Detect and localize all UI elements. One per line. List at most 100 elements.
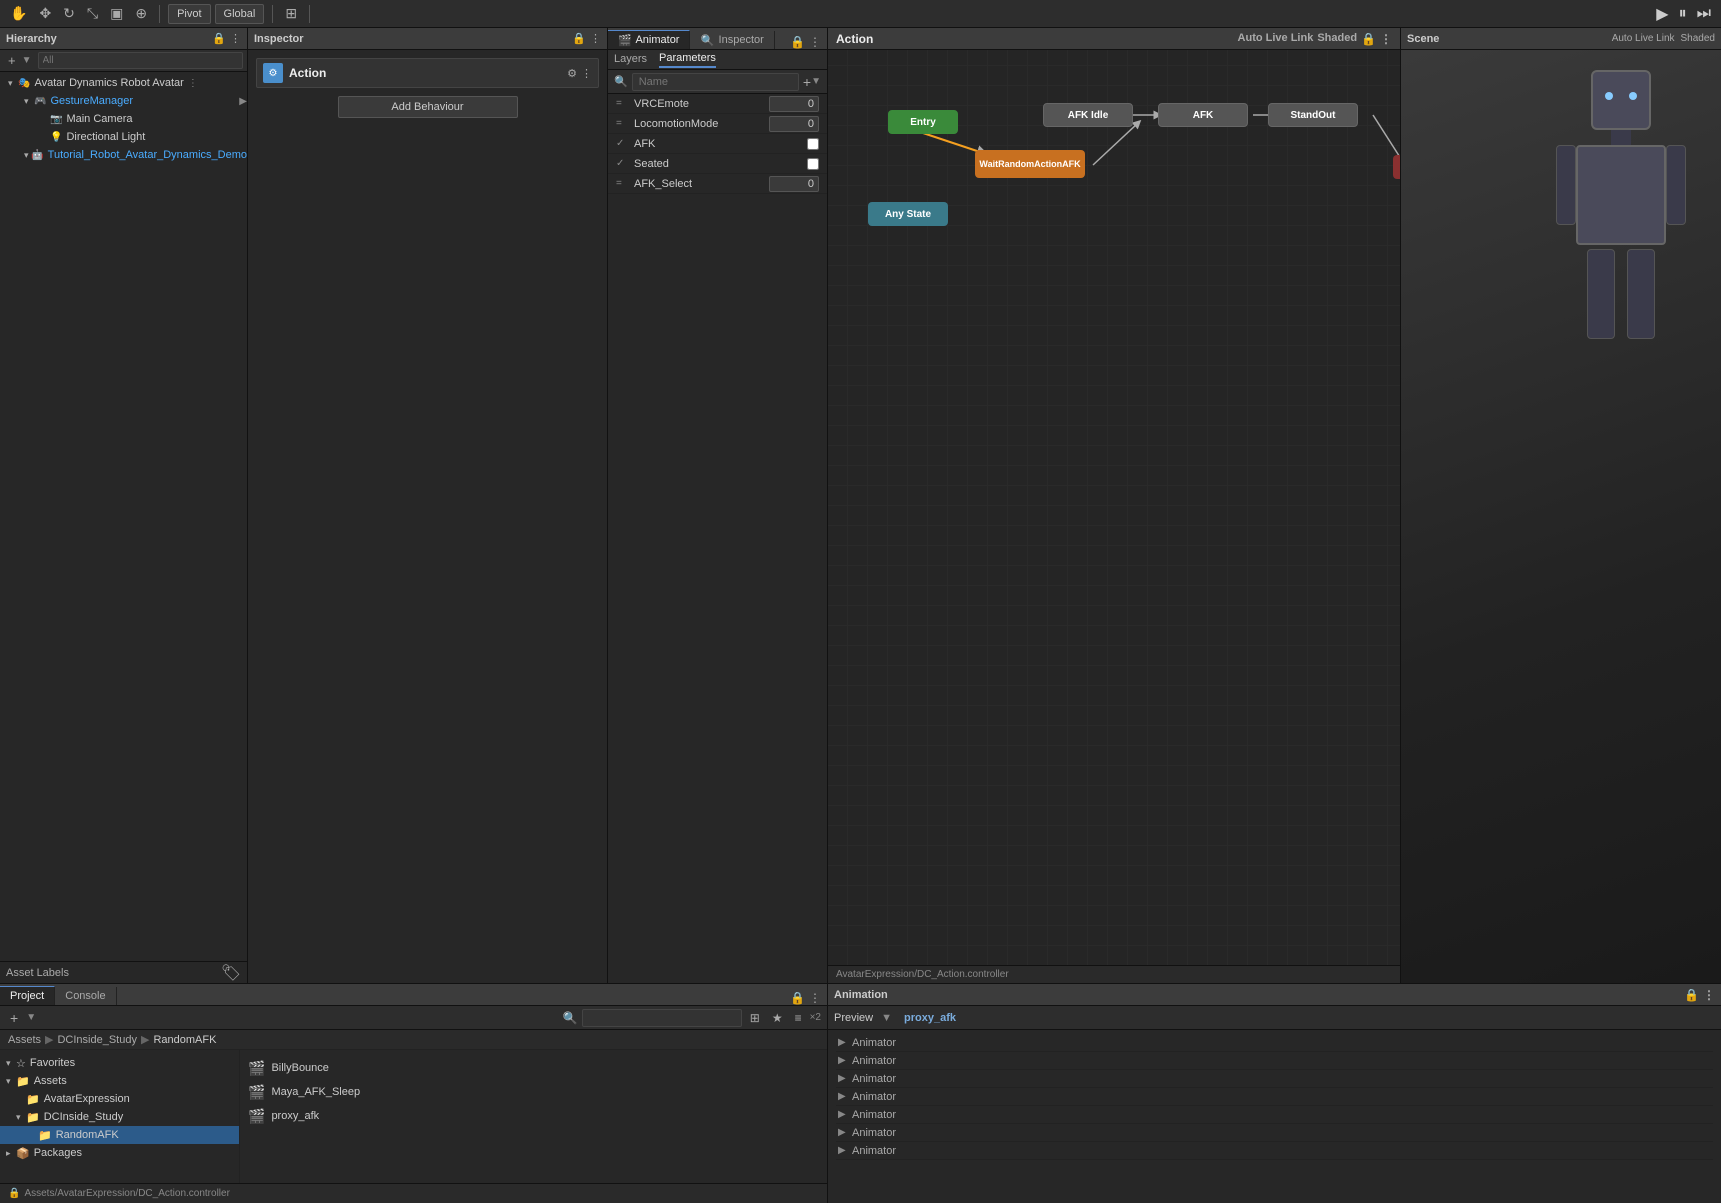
project-tool-1[interactable]: ⊞ bbox=[746, 1009, 764, 1027]
node-stand-out[interactable]: StandOut bbox=[1268, 103, 1358, 127]
hierarchy-item-avatar[interactable]: ▾ 🎭 Avatar Dynamics Robot Avatar ⋮ bbox=[0, 74, 247, 92]
global-btn[interactable]: Global bbox=[215, 4, 265, 24]
param-row-vrcemote[interactable]: = VRCEmote bbox=[608, 94, 827, 114]
node-afk-idle-label: AFK Idle bbox=[1068, 110, 1109, 121]
rotate-tool-btn[interactable]: ↻ bbox=[59, 3, 79, 24]
auto-live-link-btn[interactable]: Auto Live Link bbox=[1238, 32, 1314, 46]
rect-tool-btn[interactable]: ▣ bbox=[106, 3, 127, 24]
tag-icon[interactable]: 🏷 bbox=[221, 963, 241, 983]
pivot-label: Pivot bbox=[177, 8, 201, 20]
hierarchy-item-light[interactable]: 💡 Directional Light bbox=[0, 128, 247, 146]
anim-row-0-arrow[interactable]: ▶ bbox=[838, 1037, 852, 1048]
inspector-lock-icon[interactable]: 🔒 bbox=[572, 32, 586, 45]
top-toolbar: ✋ ✥ ↻ ⤡ ▣ ⊕ Pivot Global ⊞ ▶ ⏸ ⏭ bbox=[0, 0, 1721, 28]
node-any-state[interactable]: Any State bbox=[868, 202, 948, 226]
pause-btn[interactable]: ⏸ bbox=[1675, 2, 1691, 26]
tree-dcinside[interactable]: ▾ 📁 DCInside_Study bbox=[0, 1108, 239, 1126]
project-menu-icon[interactable]: ⋮ bbox=[809, 991, 821, 1005]
breadcrumb-randomafk[interactable]: RandomAFK bbox=[153, 1034, 216, 1046]
tab-animator[interactable]: 🎬 Animator bbox=[608, 30, 690, 49]
param-row-afkselect[interactable]: = AFK_Select bbox=[608, 174, 827, 194]
anim-row-6-arrow[interactable]: ▶ bbox=[838, 1145, 852, 1156]
node-entry[interactable]: Entry bbox=[888, 110, 958, 134]
param-row-locomotion[interactable]: = LocomotionMode bbox=[608, 114, 827, 134]
node-exit[interactable]: Exit bbox=[1393, 155, 1400, 179]
component-settings-icon[interactable]: ⚙ bbox=[567, 67, 577, 80]
project-search-input[interactable] bbox=[582, 1009, 742, 1027]
project-add-btn[interactable]: + bbox=[6, 1008, 22, 1028]
scene-auto-live-label[interactable]: Auto Live Link bbox=[1612, 33, 1675, 44]
tree-avatar-expression[interactable]: ▸ 📁 AvatarExpression bbox=[0, 1090, 239, 1108]
tab-project[interactable]: Project bbox=[0, 986, 55, 1005]
anim-row-0-label: Animator bbox=[852, 1037, 1711, 1049]
hierarchy-lock-icon[interactable]: 🔒 bbox=[212, 32, 226, 45]
avatar-menu[interactable]: ⋮ bbox=[188, 78, 198, 89]
hierarchy-item-robot[interactable]: ▾ 🤖 Tutorial_Robot_Avatar_Dynamics_Demo bbox=[0, 146, 247, 164]
robot-label: Tutorial_Robot_Avatar_Dynamics_Demo bbox=[48, 149, 247, 161]
scale-tool-btn[interactable]: ⤡ bbox=[83, 3, 102, 24]
project-tool-3[interactable]: ≡ bbox=[791, 1009, 806, 1027]
anim-row-5-arrow[interactable]: ▶ bbox=[838, 1127, 852, 1138]
vrcemote-value[interactable] bbox=[769, 96, 819, 112]
node-afk[interactable]: AFK bbox=[1158, 103, 1248, 127]
shaded-btn[interactable]: Shaded bbox=[1317, 32, 1357, 46]
animator-lock-icon[interactable]: 🔒 bbox=[790, 35, 805, 49]
anim-row-2-arrow[interactable]: ▶ bbox=[838, 1073, 852, 1084]
step-btn[interactable]: ⏭ bbox=[1693, 2, 1715, 26]
inspector-menu-icon[interactable]: ⋮ bbox=[590, 32, 601, 45]
hierarchy-item-gesture[interactable]: ▾ 🎮 GestureManager ▶ bbox=[0, 92, 247, 110]
afk-checkbox[interactable] bbox=[807, 138, 819, 150]
add-behaviour-btn[interactable]: Add Behaviour bbox=[338, 96, 518, 118]
action-lock-icon[interactable]: 🔒 bbox=[1361, 32, 1376, 46]
file-proxy-afk[interactable]: 🎬 proxy_afk bbox=[248, 1106, 819, 1126]
tree-randomafk[interactable]: ▸ 📁 RandomAFK bbox=[0, 1126, 239, 1144]
custom-tool-btn[interactable]: ⊞ bbox=[281, 3, 301, 24]
project-lock-icon[interactable]: 🔒 bbox=[790, 991, 805, 1005]
action-menu-icon[interactable]: ⋮ bbox=[1380, 32, 1392, 46]
hierarchy-add-btn[interactable]: + bbox=[4, 51, 20, 70]
anim-row-3-arrow[interactable]: ▶ bbox=[838, 1091, 852, 1102]
scene-shaded-label[interactable]: Shaded bbox=[1681, 33, 1715, 44]
gesture-arrow: ▾ bbox=[24, 96, 34, 107]
component-more-icon[interactable]: ⋮ bbox=[581, 67, 592, 80]
anim-menu-icon[interactable]: ⋮ bbox=[1703, 988, 1715, 1002]
transform-tool-btn[interactable]: ⊕ bbox=[131, 3, 151, 24]
file-maya-afk-sleep[interactable]: 🎬 Maya_AFK_Sleep bbox=[248, 1082, 819, 1102]
tab-inspector[interactable]: 🔍 Inspector bbox=[690, 31, 774, 49]
hierarchy-menu-icon[interactable]: ⋮ bbox=[230, 32, 241, 45]
tree-favorites[interactable]: ▾ ☆ Favorites bbox=[0, 1054, 239, 1072]
file-billybounce[interactable]: 🎬 BillyBounce bbox=[248, 1058, 819, 1078]
breadcrumb-dcinside[interactable]: DCInside_Study bbox=[57, 1034, 137, 1046]
anim-row-4-arrow[interactable]: ▶ bbox=[838, 1109, 852, 1120]
play-btn[interactable]: ▶ bbox=[1652, 2, 1672, 26]
tree-packages[interactable]: ▸ 📦 Packages bbox=[0, 1144, 239, 1162]
param-row-afk[interactable]: ✓ AFK bbox=[608, 134, 827, 154]
hierarchy-item-camera[interactable]: 📷 Main Camera bbox=[0, 110, 247, 128]
breadcrumb-assets[interactable]: Assets bbox=[8, 1034, 41, 1046]
hand-tool-btn[interactable]: ✋ bbox=[6, 3, 31, 24]
animator-menu-icon[interactable]: ⋮ bbox=[809, 35, 821, 49]
tree-assets[interactable]: ▾ 📁 Assets bbox=[0, 1072, 239, 1090]
pivot-btn[interactable]: Pivot bbox=[168, 4, 210, 24]
param-row-seated[interactable]: ✓ Seated bbox=[608, 154, 827, 174]
graph-area[interactable]: Entry AFK Idle AFK StandOut WaitRandomAc… bbox=[828, 50, 1400, 965]
seated-checkbox[interactable] bbox=[807, 158, 819, 170]
node-wait-random[interactable]: WaitRandomActionAFK bbox=[975, 150, 1085, 178]
sub-tab-layers[interactable]: Layers bbox=[614, 53, 647, 67]
params-add-btn[interactable]: + bbox=[803, 74, 811, 90]
locomotion-value[interactable] bbox=[769, 116, 819, 132]
params-search-input[interactable] bbox=[632, 73, 799, 91]
tab-console[interactable]: Console bbox=[55, 987, 116, 1005]
move-tool-btn[interactable]: ✥ bbox=[35, 3, 55, 24]
sub-tab-parameters[interactable]: Parameters bbox=[659, 52, 716, 68]
afk-name: AFK bbox=[634, 138, 807, 150]
hierarchy-search-input[interactable] bbox=[38, 52, 244, 69]
project-add-dropdown[interactable]: ▼ bbox=[26, 1012, 36, 1023]
afkselect-value[interactable] bbox=[769, 176, 819, 192]
anim-row-1-arrow[interactable]: ▶ bbox=[838, 1055, 852, 1066]
anim-preview-dropdown[interactable]: ▼ bbox=[881, 1012, 892, 1024]
project-tool-2[interactable]: ★ bbox=[768, 1009, 787, 1027]
project-panel: Project Console 🔒 ⋮ + ▼ 🔍 ⊞ ★ ≡ ×2 Asset… bbox=[0, 984, 828, 1203]
node-afk-idle[interactable]: AFK Idle bbox=[1043, 103, 1133, 127]
anim-lock-icon[interactable]: 🔒 bbox=[1684, 988, 1699, 1002]
